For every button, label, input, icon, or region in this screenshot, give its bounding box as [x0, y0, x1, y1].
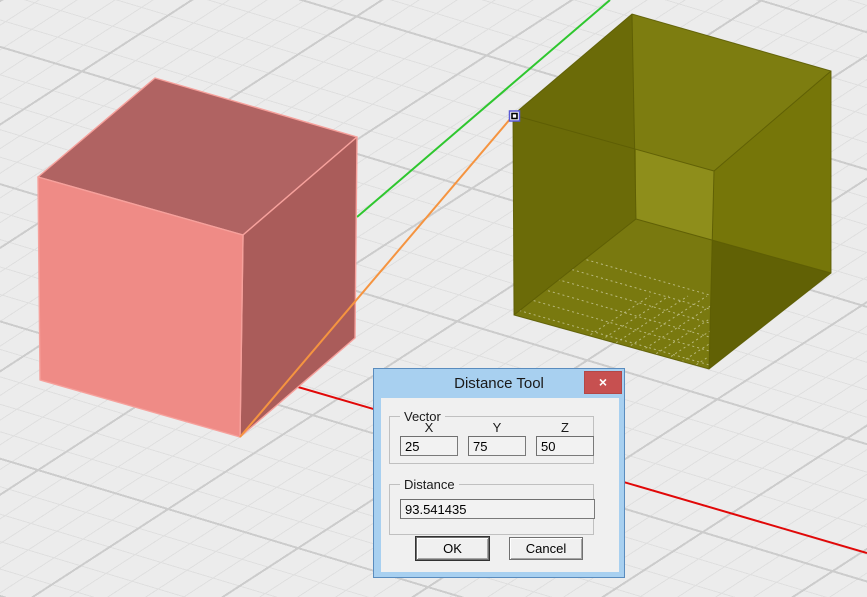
- y-axis-label: Y: [468, 420, 526, 435]
- red-cube[interactable]: [38, 78, 357, 437]
- dialog-client-area: Vector X Y Z Distance OK Cancel: [381, 398, 619, 572]
- z-axis-label: Z: [536, 420, 594, 435]
- vector-z-input[interactable]: [536, 436, 594, 456]
- distance-result-field[interactable]: [400, 499, 595, 519]
- distance-group-label: Distance: [400, 477, 459, 492]
- distance-tool-dialog: Distance Tool × Vector X Y Z Distance OK…: [373, 368, 625, 578]
- x-axis-label: X: [400, 420, 458, 435]
- vector-groupbox: Vector X Y Z: [389, 416, 594, 464]
- cancel-button[interactable]: Cancel: [509, 537, 583, 560]
- olive-cube[interactable]: [490, 14, 831, 400]
- close-icon: ×: [599, 374, 607, 390]
- dialog-titlebar[interactable]: Distance Tool ×: [374, 369, 624, 398]
- 3d-viewport[interactable]: Distance Tool × Vector X Y Z Distance OK…: [0, 0, 867, 597]
- vector-y-input[interactable]: [468, 436, 526, 456]
- ok-button[interactable]: OK: [416, 537, 489, 560]
- close-button[interactable]: ×: [584, 371, 622, 394]
- vector-x-input[interactable]: [400, 436, 458, 456]
- distance-groupbox: Distance: [389, 484, 594, 535]
- vertex-selection-handle[interactable]: [510, 111, 520, 121]
